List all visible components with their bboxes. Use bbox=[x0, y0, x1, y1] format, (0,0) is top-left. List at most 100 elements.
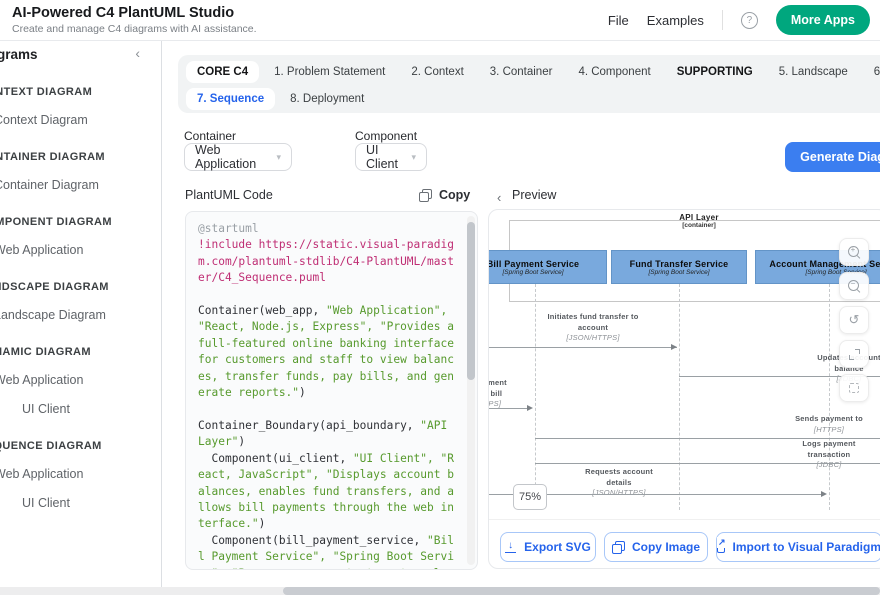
import-label: Import to Visual Paradigm bbox=[733, 540, 880, 554]
component-select[interactable]: UI Client ▾ bbox=[355, 143, 427, 171]
fit-view-button[interactable] bbox=[839, 374, 869, 402]
message-initiates-payment: Initiates payment request for bill [JSON… bbox=[489, 378, 522, 410]
menu-file[interactable]: File bbox=[608, 13, 629, 28]
tab-deployment[interactable]: 8. Deployment bbox=[279, 88, 375, 110]
message-tech: [JSON/HTTPS] bbox=[489, 399, 501, 408]
sidebar-section-component: COMPONENT DIAGRAM bbox=[0, 216, 162, 228]
zoom-in-icon: + bbox=[848, 246, 861, 259]
sidebar-section-landscape: LANDSCAPE DIAGRAM bbox=[0, 281, 162, 293]
tab-group-core-c4: CORE C4 bbox=[186, 61, 259, 83]
sequence-diagram-canvas[interactable]: API Layer [container] Bill Payment Servi… bbox=[489, 210, 880, 520]
sidebar-collapse-icon[interactable]: ‹ bbox=[135, 45, 140, 61]
message-tech: [JSON/HTTPS] bbox=[592, 488, 645, 497]
participant-bill-payment-service: Bill Payment Service [Spring Boot Servic… bbox=[489, 250, 607, 284]
tab-problem-statement[interactable]: 1. Problem Statement bbox=[263, 61, 396, 83]
copy-image-button[interactable]: Copy Image bbox=[604, 532, 708, 562]
sidebar-item-context-diagram[interactable]: Context Diagram bbox=[0, 113, 162, 127]
message-line bbox=[489, 408, 529, 409]
chevron-down-icon: ▾ bbox=[276, 152, 281, 163]
message-label: Sends payment to bbox=[795, 414, 863, 423]
message-label: Initiates fund transfer to account bbox=[547, 312, 638, 332]
zoom-out-button[interactable]: − bbox=[839, 272, 869, 300]
zoom-in-button[interactable]: + bbox=[839, 238, 869, 266]
lifeline bbox=[679, 284, 680, 510]
horizontal-scrollbar-track[interactable] bbox=[0, 587, 880, 595]
message-logs-payment-transaction: Logs payment transaction [JDBC] bbox=[789, 439, 869, 471]
arrowhead-icon bbox=[821, 491, 827, 497]
boundary-subtitle: [container] bbox=[599, 222, 799, 229]
tab-landscape[interactable]: 5. Landscape bbox=[768, 61, 859, 83]
tab-container[interactable]: 3. Container bbox=[479, 61, 564, 83]
sidebar-content: Diagrams CONTEXT DIAGRAM Context Diagram… bbox=[0, 41, 162, 510]
participant-name: Bill Payment Service bbox=[489, 259, 579, 269]
arrowhead-icon bbox=[527, 405, 533, 411]
tab-bar: CORE C4 1. Problem Statement 2. Context … bbox=[178, 55, 880, 113]
chevron-down-icon: ▾ bbox=[411, 152, 416, 163]
app-subtitle: Create and manage C4 diagrams with AI as… bbox=[12, 23, 257, 35]
tab-row-2: 7. Sequence 8. Deployment bbox=[186, 87, 880, 111]
container-select[interactable]: Web Application ▾ bbox=[184, 143, 292, 171]
sidebar-item-container-diagram[interactable]: Container Diagram bbox=[0, 178, 162, 192]
participant-tech: [Spring Boot Service] bbox=[502, 269, 563, 276]
plantuml-code-editor[interactable]: @startuml !include https://static.visual… bbox=[185, 211, 478, 570]
preview-card: API Layer [container] Bill Payment Servi… bbox=[488, 209, 880, 569]
app-title: AI-Powered C4 PlantUML Studio bbox=[12, 5, 234, 21]
participant-tech: [Spring Boot Service] bbox=[648, 269, 709, 276]
message-tech: [JSON/HTTPS] bbox=[566, 333, 619, 342]
main-content: CORE C4 1. Problem Statement 2. Context … bbox=[163, 41, 880, 587]
export-svg-button[interactable]: ↓ Export SVG bbox=[500, 532, 596, 562]
sidebar-item-component-webapp[interactable]: Web Application bbox=[0, 243, 162, 257]
sidebar-item-landscape-diagram[interactable]: Landscape Diagram bbox=[0, 308, 162, 322]
sidebar: ‹ Diagrams CONTEXT DIAGRAM Context Diagr… bbox=[0, 41, 162, 587]
tab-dynamic[interactable]: 6. Dynamic bbox=[863, 61, 880, 83]
expand-button[interactable] bbox=[839, 340, 869, 368]
lifeline bbox=[829, 284, 830, 510]
lifeline bbox=[535, 284, 536, 510]
header-divider bbox=[722, 10, 723, 30]
zoom-level-badge: 75% bbox=[513, 484, 547, 510]
collapse-code-icon[interactable]: ‹ bbox=[497, 190, 501, 205]
sidebar-section-context: CONTEXT DIAGRAM bbox=[0, 86, 162, 98]
message-tech: [HTTPS] bbox=[814, 425, 844, 434]
sidebar-item-dynamic-webapp[interactable]: Web Application bbox=[0, 373, 162, 387]
reset-view-button[interactable]: ↺ bbox=[839, 306, 869, 334]
message-line bbox=[489, 347, 677, 348]
component-select-value: UI Client bbox=[366, 143, 403, 171]
external-link-icon: ↗ bbox=[717, 542, 725, 553]
reset-icon: ↺ bbox=[849, 312, 860, 328]
help-icon[interactable]: ? bbox=[741, 12, 758, 29]
tab-context[interactable]: 2. Context bbox=[400, 61, 474, 83]
message-label: Initiates payment request for bill bbox=[489, 378, 507, 398]
sidebar-item-sequence-webapp[interactable]: Web Application bbox=[0, 467, 162, 481]
import-to-visual-paradigm-button[interactable]: ↗ Import to Visual Paradigm bbox=[716, 532, 880, 562]
zoom-out-icon: − bbox=[848, 280, 861, 293]
sidebar-section-dynamic: DYNAMIC DIAGRAM bbox=[0, 346, 162, 358]
message-initiates-fund-transfer: Initiates fund transfer to account [JSON… bbox=[547, 312, 639, 344]
tab-sequence[interactable]: 7. Sequence bbox=[186, 88, 275, 110]
message-line bbox=[535, 463, 880, 464]
plantuml-code-text: @startuml !include https://static.visual… bbox=[198, 221, 454, 570]
copy-code-button[interactable]: Copy bbox=[419, 188, 470, 202]
container-field-label: Container bbox=[184, 129, 236, 143]
fit-view-icon bbox=[849, 383, 859, 393]
participant-fund-transfer-service: Fund Transfer Service [Spring Boot Servi… bbox=[611, 250, 747, 284]
code-scrollbar-thumb[interactable] bbox=[467, 222, 475, 380]
header-menu: File Examples ? More Apps bbox=[608, 0, 870, 40]
tab-group-supporting: SUPPORTING bbox=[666, 61, 764, 83]
horizontal-scrollbar-thumb[interactable] bbox=[283, 587, 880, 595]
sidebar-section-sequence: SEQUENCE DIAGRAM bbox=[0, 440, 162, 452]
sidebar-item-sequence-ui-client[interactable]: UI Client bbox=[0, 496, 162, 510]
tab-component[interactable]: 4. Component bbox=[567, 61, 661, 83]
more-apps-button[interactable]: More Apps bbox=[776, 5, 870, 35]
sidebar-item-dynamic-ui-client[interactable]: UI Client bbox=[0, 402, 162, 416]
copy-image-label: Copy Image bbox=[632, 540, 700, 554]
preview-panel-title: Preview bbox=[512, 188, 556, 202]
message-sends-payment: Sends payment to [HTTPS] bbox=[769, 414, 880, 435]
export-svg-label: Export SVG bbox=[524, 540, 591, 554]
message-label: Logs payment transaction bbox=[802, 439, 855, 459]
component-field-label: Component bbox=[355, 129, 417, 143]
generate-diagram-button[interactable]: Generate Diagram bbox=[785, 142, 880, 172]
menu-examples[interactable]: Examples bbox=[647, 13, 704, 28]
code-panel-title: PlantUML Code bbox=[185, 188, 273, 202]
tab-row-1: CORE C4 1. Problem Statement 2. Context … bbox=[186, 60, 880, 84]
